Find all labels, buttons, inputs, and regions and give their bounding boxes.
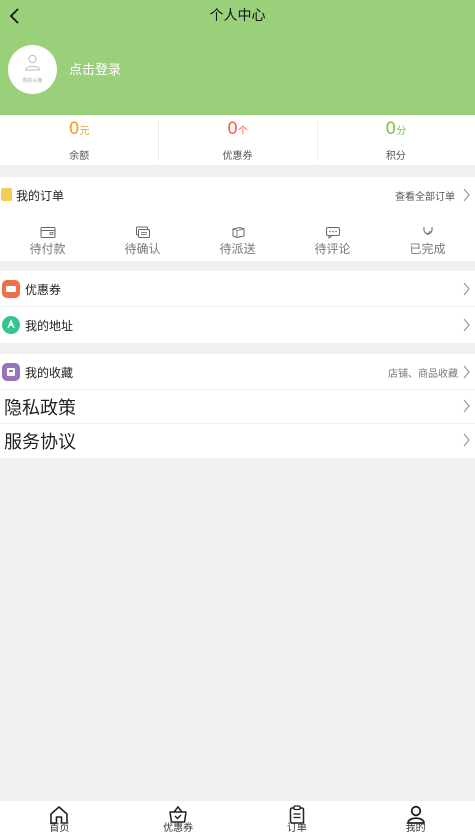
orders-title: 我的订单 bbox=[16, 189, 65, 203]
order-status-row: 待付款 待确认 待派送 待评论 已完成 bbox=[0, 226, 475, 257]
order-status-label: 待付款 bbox=[29, 242, 66, 256]
avatar-caption: 我的头像 bbox=[22, 78, 43, 84]
basket-icon bbox=[169, 805, 187, 823]
orders-section: 我的订单 查看全部订单 待付款 待确认 待派送 待评论 已完成 bbox=[0, 177, 475, 261]
stat-label: 积分 bbox=[385, 151, 406, 162]
order-status-pending-delivery[interactable]: 待派送 bbox=[198, 226, 278, 257]
page-title: 个人中心 bbox=[209, 8, 266, 24]
avatar-placeholder-icon bbox=[24, 54, 41, 71]
tab-home[interactable]: 首页 bbox=[0, 801, 119, 833]
stat-label: 优惠券 bbox=[222, 151, 253, 162]
stat-value: 0 bbox=[68, 119, 80, 139]
order-status-pending-confirm[interactable]: 待确认 bbox=[103, 226, 183, 257]
delivery-icon bbox=[232, 226, 244, 239]
tab-label: 优惠券 bbox=[163, 823, 194, 833]
address-icon bbox=[2, 316, 20, 334]
menu-item-label: 我的地址 bbox=[25, 319, 74, 333]
orders-header[interactable]: 我的订单 查看全部订单 bbox=[0, 177, 475, 211]
menu-item-favorites[interactable]: 我的收藏 店铺、商品收藏 bbox=[0, 354, 475, 390]
order-status-label: 待确认 bbox=[124, 242, 161, 256]
order-status-label: 已完成 bbox=[409, 242, 446, 256]
tab-mine[interactable]: 我的 bbox=[356, 801, 475, 833]
menu-item-label: 服务协议 bbox=[4, 432, 76, 453]
avatar[interactable]: 我的头像 bbox=[8, 45, 57, 94]
stat-coupons[interactable]: 0个 优惠券 bbox=[158, 115, 316, 165]
menu-item-address[interactable]: 我的地址 bbox=[0, 307, 475, 343]
stat-balance[interactable]: 0元 余额 bbox=[0, 115, 158, 165]
profile-header: 个人中心 我的头像 点击登录 bbox=[0, 0, 475, 115]
menu-item-service-agreement[interactable]: 服务协议 bbox=[0, 424, 475, 458]
login-link[interactable]: 点击登录 bbox=[69, 59, 121, 78]
home-icon bbox=[50, 806, 69, 824]
favorites-icon bbox=[2, 363, 20, 381]
wallet-icon bbox=[40, 227, 55, 238]
user-icon bbox=[406, 805, 425, 824]
chevron-right-icon bbox=[463, 282, 470, 296]
stat-unit: 分 bbox=[396, 126, 407, 137]
tab-label: 我的 bbox=[405, 823, 426, 833]
confirm-icon bbox=[135, 226, 150, 238]
stats-bar: 0元 余额 0个 优惠券 0分 积分 bbox=[0, 115, 475, 165]
chevron-right-icon bbox=[463, 188, 470, 202]
completed-icon bbox=[423, 227, 432, 236]
stat-value: 0 bbox=[227, 119, 238, 139]
menu-item-coupons[interactable]: 优惠券 bbox=[0, 271, 475, 307]
order-status-label: 待评论 bbox=[314, 242, 351, 256]
stat-unit: 元 bbox=[79, 126, 90, 137]
view-all-orders-link[interactable]: 查看全部订单 bbox=[395, 188, 455, 203]
menu-item-label: 我的收藏 bbox=[25, 366, 74, 380]
stat-value: 0 bbox=[385, 119, 397, 139]
stat-unit: 个 bbox=[237, 126, 248, 137]
chevron-right-icon bbox=[463, 365, 470, 379]
menu-group-1: 优惠券 我的地址 bbox=[0, 271, 475, 343]
order-status-pending-review[interactable]: 待评论 bbox=[293, 226, 373, 257]
menu-item-label: 优惠券 bbox=[25, 283, 62, 297]
comment-icon bbox=[325, 227, 340, 239]
stat-label: 余额 bbox=[69, 151, 90, 162]
tab-label: 订单 bbox=[286, 823, 307, 833]
menu-group-2: 我的收藏 店铺、商品收藏 隐私政策 服务协议 bbox=[0, 354, 475, 458]
menu-item-label: 隐私政策 bbox=[4, 398, 76, 419]
menu-item-privacy-policy[interactable]: 隐私政策 bbox=[0, 390, 475, 424]
tab-orders[interactable]: 订单 bbox=[238, 801, 357, 833]
chevron-right-icon bbox=[463, 399, 470, 413]
bottom-tab-bar: 首页 优惠券 订单 我的 bbox=[0, 800, 475, 833]
chevron-right-icon bbox=[463, 433, 470, 447]
order-status-pending-payment[interactable]: 待付款 bbox=[8, 226, 88, 257]
favorites-hint: 店铺、商品收藏 bbox=[388, 369, 458, 380]
coupon-icon bbox=[2, 280, 20, 298]
chevron-right-icon bbox=[463, 318, 470, 332]
stat-points[interactable]: 0分 积分 bbox=[316, 115, 475, 165]
orders-icon bbox=[1, 188, 12, 201]
tab-label: 首页 bbox=[49, 823, 70, 833]
order-status-completed[interactable]: 已完成 bbox=[388, 226, 468, 257]
clipboard-icon bbox=[289, 805, 305, 824]
tab-coupons[interactable]: 优惠券 bbox=[119, 801, 238, 833]
order-status-label: 待派送 bbox=[219, 242, 256, 256]
